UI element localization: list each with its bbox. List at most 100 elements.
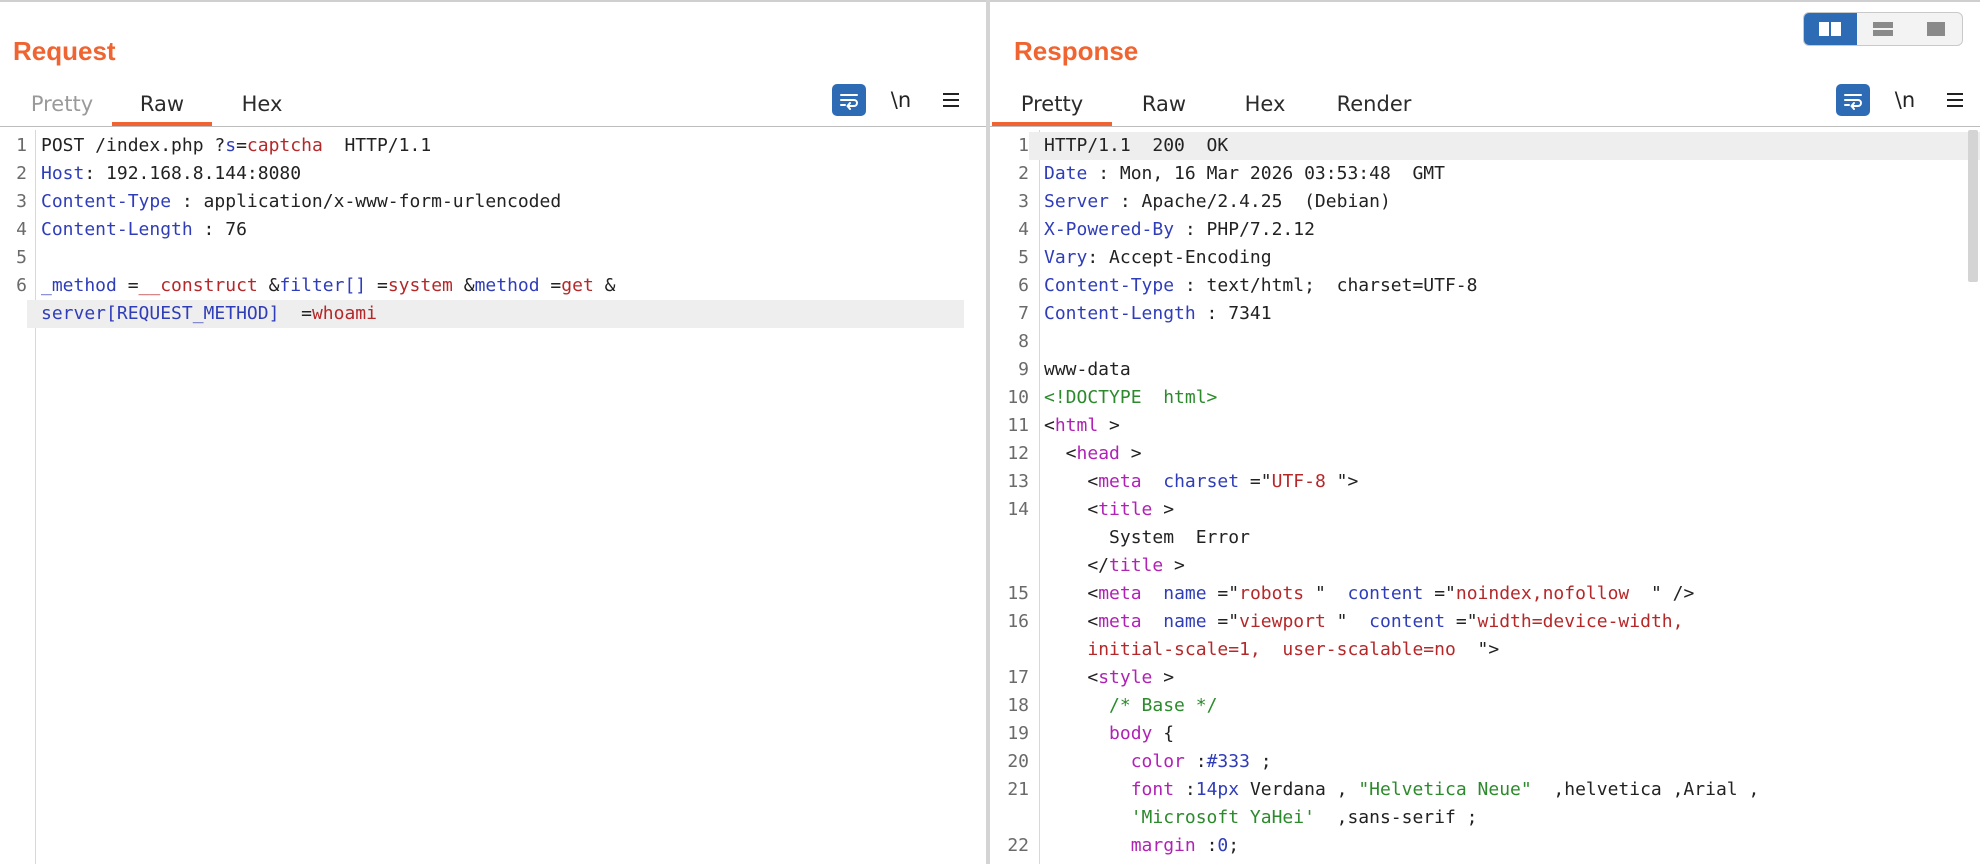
code-token: HTTP/1.1 <box>322 135 432 156</box>
code-token: 0 <box>1217 835 1229 856</box>
code-text: initial-scale=1, user-scalable=no "> <box>1029 636 1980 664</box>
code-token: Content-Length <box>1044 303 1196 324</box>
code-token: = <box>539 275 562 296</box>
code-line: 4 Content-Length : 76 <box>0 216 986 244</box>
code-line: 20 color :#333 ; <box>990 748 1980 776</box>
line-number: 17 <box>1007 667 1029 688</box>
code-token: : Apache/2.4.25 (Debian) <box>1109 191 1391 212</box>
code-line: 5 <box>0 244 986 272</box>
code-token: color <box>1130 751 1185 772</box>
code-text: Host: 192.168.8.144:8080 <box>27 160 986 188</box>
wrap-lines-icon[interactable] <box>1836 84 1870 116</box>
code-token: = <box>116 275 139 296</box>
code-line: 10 <!DOCTYPE html> <box>990 384 1980 412</box>
code-token: = <box>279 303 312 324</box>
code-token: whoami <box>311 303 377 324</box>
code-line: 12 <head > <box>990 440 1980 468</box>
request-tab-pretty[interactable]: Pretty <box>12 86 112 126</box>
code-text: </title > <box>1029 552 1980 580</box>
code-token: /* Base */ <box>1109 695 1218 716</box>
code-token: server[REQUEST_METHOD] <box>41 303 280 324</box>
code-token: Content-Type <box>41 191 172 212</box>
response-pane: Response Pretty Raw Hex Render \n 1 HTTP/… <box>990 2 1980 864</box>
code-line: 7 Content-Length : 7341 <box>990 300 1980 328</box>
code-token: www-data <box>1044 359 1131 380</box>
code-token: POST /index.php ? <box>41 135 226 156</box>
newline-toggle-button[interactable]: \n <box>886 88 916 112</box>
code-token: < <box>1044 499 1099 520</box>
code-token: get <box>561 275 594 296</box>
code-token: charset <box>1163 471 1240 492</box>
code-text: server[REQUEST_METHOD] =whoami <box>27 300 964 328</box>
response-tab-hex[interactable]: Hex <box>1216 86 1314 126</box>
code-token: " <box>1304 583 1348 604</box>
code-token: font <box>1130 779 1175 800</box>
request-tab-raw[interactable]: Raw <box>112 86 212 126</box>
hamburger-menu-icon[interactable] <box>936 88 966 112</box>
code-token: "> <box>1325 471 1359 492</box>
code-text: POST /index.php ?s=captcha HTTP/1.1 <box>27 132 986 160</box>
code-text: Content-Type : text/html; charset=UTF-8 <box>1029 272 1980 300</box>
line-number: 4 <box>16 219 27 240</box>
code-token: viewport <box>1239 611 1326 632</box>
code-text: Server : Apache/2.4.25 (Debian) <box>1029 188 1980 216</box>
code-token: ,sans-serif ; <box>1314 807 1478 828</box>
code-text: _method =__construct &filter[] =system &… <box>27 272 986 300</box>
request-editor[interactable]: 1 POST /index.php ?s=captcha HTTP/1.1 2 Hos… <box>0 130 986 864</box>
hamburger-menu-icon[interactable] <box>1940 88 1970 112</box>
line-number <box>990 804 1029 832</box>
code-token: < <box>1044 443 1077 464</box>
code-token: & <box>593 275 616 296</box>
response-scrollbar[interactable] <box>1968 130 1978 282</box>
response-tab-pretty[interactable]: Pretty <box>992 86 1112 126</box>
code-token: meta <box>1098 583 1142 604</box>
code-line: 8 <box>990 328 1980 356</box>
line-number: 22 <box>1007 835 1029 856</box>
split-vertical-icon[interactable] <box>1804 13 1857 45</box>
code-token: Content-Length <box>41 219 193 240</box>
request-tab-divider <box>0 126 986 127</box>
code-line: 3 Content-Type : application/x-www-form-u… <box>0 188 986 216</box>
code-token: : <box>1174 779 1196 800</box>
code-token: > <box>1152 667 1175 688</box>
code-token: Host <box>41 163 85 184</box>
code-token: ; <box>1228 835 1240 856</box>
newline-toggle-button[interactable]: \n <box>1890 88 1920 112</box>
code-line: 2 Host: 192.168.8.144:8080 <box>0 160 986 188</box>
code-token: : PHP/7.2.12 <box>1174 219 1315 240</box>
code-token: < <box>1044 667 1099 688</box>
code-token: captcha <box>246 135 323 156</box>
line-number <box>990 636 1029 664</box>
code-token: =" <box>1423 583 1456 604</box>
response-editor[interactable]: 1 HTTP/1.1 200 OK 2 Date : Mon, 16 Mar 2026… <box>990 130 1980 864</box>
code-line: 1 HTTP/1.1 200 OK <box>990 132 1980 160</box>
line-number <box>0 300 27 328</box>
code-token: ; <box>1249 751 1272 772</box>
line-number: 11 <box>1007 415 1029 436</box>
response-tab-render[interactable]: Render <box>1314 86 1434 126</box>
code-line: 13 <meta charset ="UTF-8 "> <box>990 468 1980 496</box>
code-token: > <box>1098 415 1120 436</box>
code-text: Vary: Accept-Encoding <box>1029 244 1980 272</box>
code-text: /* Base */ <box>1029 692 1980 720</box>
wrap-lines-icon[interactable] <box>832 84 866 116</box>
code-line: 15 <meta name ="robots " content ="noind… <box>990 580 1980 608</box>
code-line: 22 margin :0; <box>990 832 1980 860</box>
code-text: <meta name ="robots " content ="noindex,… <box>1029 580 1980 608</box>
response-tab-raw[interactable]: Raw <box>1112 86 1216 126</box>
code-line: 16 <meta name ="viewport " content ="wid… <box>990 608 1980 636</box>
code-line: server[REQUEST_METHOD] =whoami <box>0 300 986 328</box>
code-token: < <box>1044 583 1099 604</box>
code-text: <html > <box>1029 412 1980 440</box>
code-token: : 7341 <box>1195 303 1272 324</box>
request-tab-hex[interactable]: Hex <box>212 86 312 126</box>
response-tabs: Pretty Raw Hex Render <box>992 86 1434 126</box>
split-horizontal-icon[interactable] <box>1857 13 1910 45</box>
single-pane-icon[interactable] <box>1909 13 1962 45</box>
line-number: 10 <box>1007 387 1029 408</box>
code-text: Date : Mon, 16 Mar 2026 03:53:48 GMT <box>1029 160 1980 188</box>
code-token: ,helvetica ,Arial , <box>1531 779 1760 800</box>
response-tab-divider <box>990 126 1980 127</box>
